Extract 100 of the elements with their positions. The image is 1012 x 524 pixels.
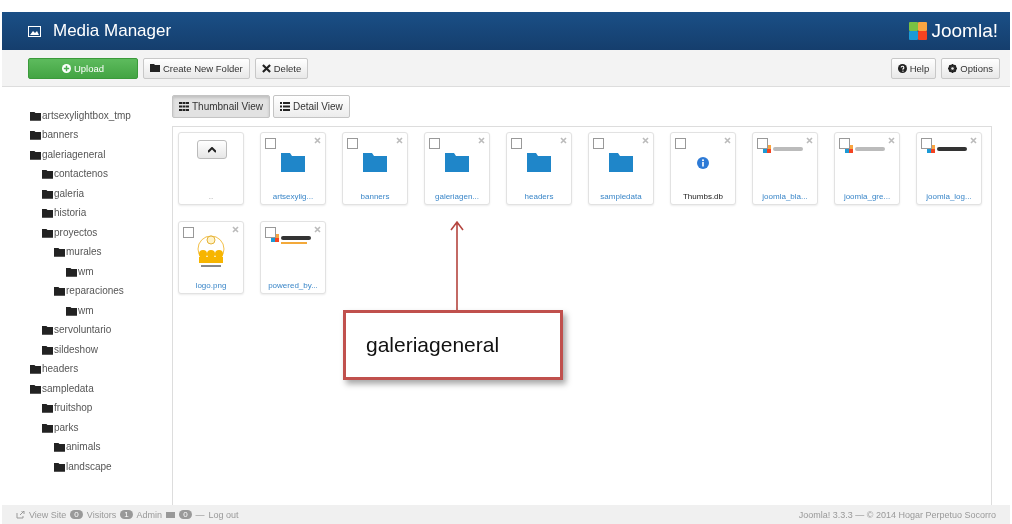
media-tile[interactable]: headers <box>506 132 572 205</box>
media-tile[interactable]: galeriagen... <box>424 132 490 205</box>
media-tile[interactable]: joomla_gre... <box>834 132 900 205</box>
close-icon[interactable] <box>724 137 731 144</box>
file-name[interactable]: Thumbs.db <box>683 192 723 201</box>
callout-text: galeriageneral <box>366 333 500 357</box>
folder-item[interactable]: wm <box>66 296 166 316</box>
folder-item[interactable]: sildeshow <box>42 335 166 355</box>
folder-icon <box>42 326 53 335</box>
folder-item[interactable]: headers <box>30 354 166 374</box>
folder-icon <box>30 150 41 160</box>
checkbox[interactable] <box>675 138 686 149</box>
media-tile[interactable]: powered_by... <box>260 221 326 294</box>
image-icon <box>28 25 41 37</box>
media-tile[interactable]: logo.png <box>178 221 244 294</box>
folder-item[interactable]: banners <box>30 120 166 140</box>
media-tile[interactable]: sampledata <box>588 132 654 205</box>
checkbox[interactable] <box>429 138 440 149</box>
media-tile[interactable]: Thumbs.db <box>670 132 736 205</box>
close-icon <box>261 63 271 73</box>
admin-label: Admin <box>136 509 163 520</box>
caret-icon <box>208 146 216 153</box>
checkbox[interactable] <box>183 227 194 238</box>
close-icon[interactable] <box>642 137 649 144</box>
folder-item[interactable]: proyectos <box>42 218 166 238</box>
media-tile[interactable]: joomla_log... <box>916 132 982 205</box>
checkbox[interactable] <box>347 138 358 149</box>
close-icon[interactable] <box>314 137 321 144</box>
folder-icon <box>42 404 53 413</box>
folder-item[interactable]: fruitshop <box>42 393 166 413</box>
file-name[interactable]: logo.png <box>195 281 227 290</box>
media-tile[interactable]: artsexylig... <box>260 132 326 205</box>
checkbox[interactable] <box>511 138 522 149</box>
up-button[interactable] <box>197 140 227 159</box>
brand-name: Joomla! <box>931 20 998 42</box>
folder-icon <box>54 248 65 257</box>
checkbox[interactable] <box>265 138 276 149</box>
visitor-count: 0 <box>70 510 83 519</box>
close-icon[interactable] <box>478 137 485 144</box>
folder-icon <box>54 287 65 296</box>
checkbox[interactable] <box>921 138 932 149</box>
folder-item[interactable]: servoluntario <box>42 315 166 335</box>
checkbox[interactable] <box>265 227 276 238</box>
close-icon[interactable] <box>232 226 239 233</box>
file-name[interactable]: galeriagen... <box>435 192 479 201</box>
folder-icon <box>363 153 387 172</box>
settings-icon <box>948 63 958 73</box>
file-name[interactable]: headers <box>524 192 554 201</box>
folder-item[interactable]: artsexylightbox_tmp <box>30 101 166 121</box>
file-name[interactable]: joomla_bla... <box>762 192 808 201</box>
checkbox[interactable] <box>757 138 768 149</box>
copyright-text: Joomla! 3.3.3 — © 2014 Hogar Perpetuo Socorro <box>798 509 996 520</box>
external-link-icon <box>16 510 25 519</box>
close-icon[interactable] <box>396 137 403 144</box>
folder-icon <box>42 189 53 199</box>
file-name[interactable]: banners <box>360 192 390 201</box>
list-icon <box>279 102 290 111</box>
view-tab[interactable]: Detail View <box>272 95 350 118</box>
page-title: Media Manager <box>53 21 172 41</box>
checkbox[interactable] <box>839 138 850 149</box>
file-name[interactable]: joomla_log... <box>926 192 972 201</box>
folder-item[interactable]: galeriageneral <box>30 140 166 160</box>
folder-icon <box>54 462 65 472</box>
folder-icon <box>66 306 77 316</box>
options-button[interactable]: Options <box>941 57 1000 79</box>
mail-icon <box>166 511 176 518</box>
folder-icon <box>609 153 633 172</box>
file-name[interactable]: joomla_gre... <box>843 192 891 201</box>
close-icon[interactable] <box>888 137 895 144</box>
file-name[interactable]: sampledata <box>600 192 642 201</box>
folder-icon <box>42 228 53 238</box>
folder-icon <box>30 384 41 394</box>
close-icon[interactable] <box>970 137 977 144</box>
delete-button[interactable]: Delete <box>254 57 309 79</box>
media-tile[interactable]: banners <box>342 132 408 205</box>
close-icon[interactable] <box>806 137 813 144</box>
logo-icon <box>909 22 928 40</box>
folder-item[interactable]: reparaciones <box>54 276 166 296</box>
visitors-label: Visitors <box>86 509 117 520</box>
media-tile[interactable]: joomla_bla... <box>752 132 818 205</box>
file-name[interactable]: powered_by... <box>268 281 318 290</box>
folder-item[interactable]: contactenos <box>42 159 166 179</box>
folder-item[interactable]: sampledata <box>30 374 166 394</box>
folder-item[interactable]: wm <box>66 257 166 277</box>
folder-button[interactable]: Create New Folder <box>143 57 250 79</box>
file-name[interactable]: artsexylig... <box>272 192 314 201</box>
folder-item[interactable]: landscape <box>54 452 166 472</box>
folder-item[interactable]: historia <box>42 198 166 218</box>
help-button[interactable]: Help <box>890 57 937 79</box>
close-icon[interactable] <box>314 226 321 233</box>
folder-item[interactable]: animals <box>54 432 166 452</box>
folder-item[interactable]: galeria <box>42 179 166 199</box>
view-tab[interactable]: Thumbnail View <box>172 95 270 118</box>
folder-item[interactable]: parks <box>42 413 166 433</box>
folder-icon <box>445 153 469 172</box>
checkbox[interactable] <box>593 138 604 149</box>
folder-icon <box>66 267 77 277</box>
close-icon[interactable] <box>560 137 567 144</box>
folder-item[interactable]: murales <box>54 237 166 257</box>
folder-icon <box>42 423 53 433</box>
